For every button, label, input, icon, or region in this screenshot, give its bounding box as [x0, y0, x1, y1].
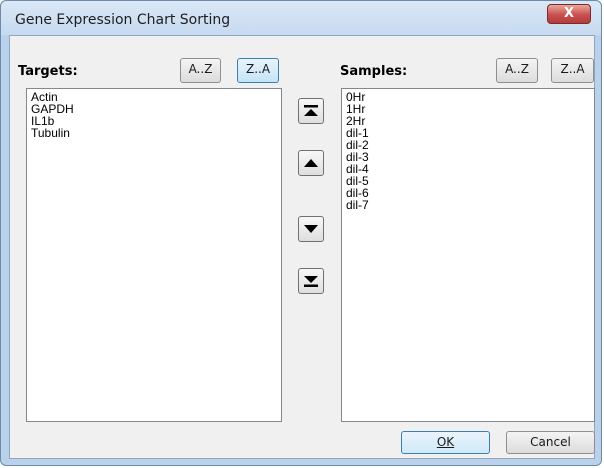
cancel-button[interactable]: Cancel	[506, 431, 595, 454]
move-down-icon	[304, 225, 318, 233]
list-item[interactable]: 2Hr	[346, 115, 594, 127]
close-button[interactable]: X	[547, 4, 591, 24]
move-down-button[interactable]	[298, 216, 324, 242]
ok-label: OK	[436, 435, 455, 449]
targets-sort-za-button[interactable]: Z..A	[237, 58, 279, 83]
list-item[interactable]: 0Hr	[346, 91, 594, 103]
list-item[interactable]: dil-3	[346, 151, 594, 163]
list-item[interactable]: dil-6	[346, 187, 594, 199]
list-item[interactable]: dil-2	[346, 139, 594, 151]
samples-sort-za-button[interactable]: Z..A	[551, 58, 594, 83]
close-icon: X	[563, 6, 575, 21]
list-item[interactable]: dil-1	[346, 127, 594, 139]
list-item[interactable]: dil-4	[346, 163, 594, 175]
dialog-window: Gene Expression Chart Sorting X Targets:…	[0, 0, 602, 466]
samples-listbox[interactable]: 0Hr 1Hr 2Hr dil-1 dil-2 dil-3 dil-4 dil-…	[341, 88, 595, 422]
dialog-body: Targets: A..Z Z..A Actin GAPDH IL1b Tubu…	[9, 35, 595, 459]
move-to-top-button[interactable]	[298, 98, 324, 124]
targets-label: Targets:	[18, 64, 78, 79]
list-item[interactable]: GAPDH	[31, 103, 281, 115]
move-to-bottom-icon	[304, 276, 318, 287]
title-bar[interactable]: Gene Expression Chart Sorting X	[1, 1, 601, 35]
list-item[interactable]: 1Hr	[346, 103, 594, 115]
move-to-bottom-button[interactable]	[298, 268, 324, 294]
ok-button[interactable]: OK	[401, 431, 490, 454]
move-to-top-icon	[304, 105, 318, 116]
move-up-icon	[304, 159, 318, 167]
samples-sort-az-button[interactable]: A..Z	[496, 58, 538, 83]
targets-sort-az-button[interactable]: A..Z	[180, 58, 221, 83]
window-title: Gene Expression Chart Sorting	[15, 12, 231, 28]
move-up-button[interactable]	[298, 150, 324, 176]
list-item[interactable]: dil-7	[346, 199, 594, 211]
targets-listbox[interactable]: Actin GAPDH IL1b Tubulin	[26, 88, 282, 422]
list-item[interactable]: Tubulin	[31, 127, 281, 139]
samples-label: Samples:	[340, 64, 408, 79]
cancel-label: Cancel	[530, 435, 571, 449]
list-item[interactable]: dil-5	[346, 175, 594, 187]
